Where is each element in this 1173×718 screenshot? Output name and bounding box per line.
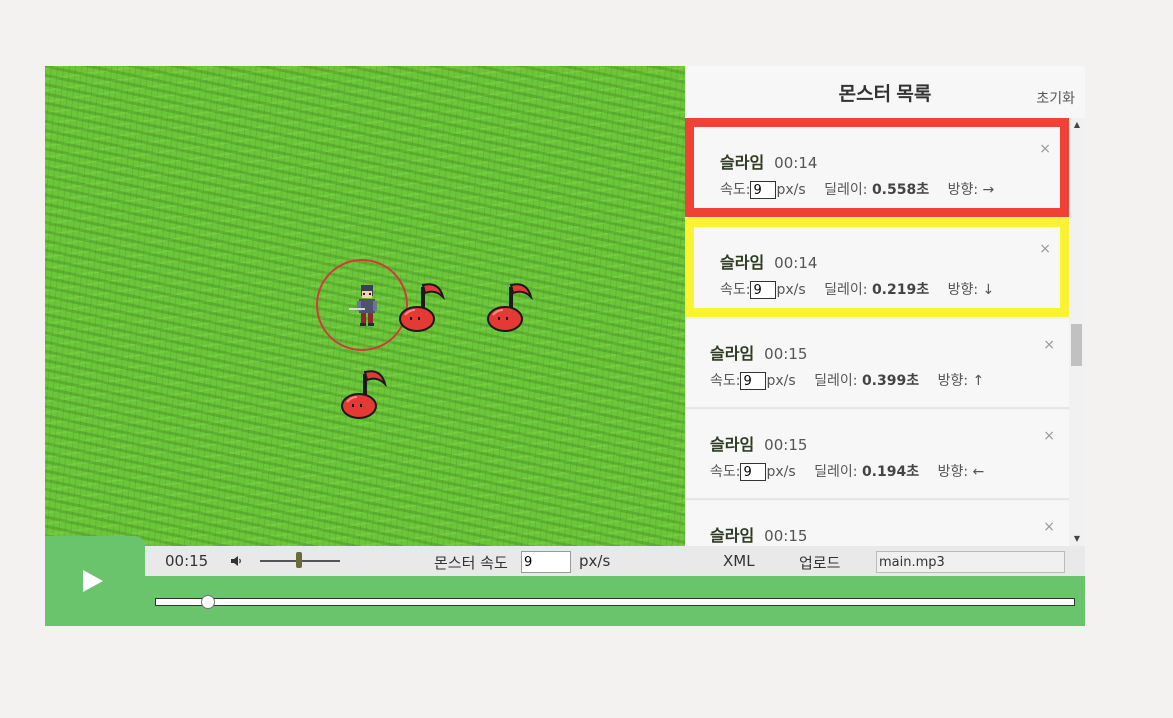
slime-monster [487,283,533,332]
slime-monster [341,370,387,419]
speed-unit: px/s [766,464,796,480]
scroll-thumb[interactable] [1071,324,1082,366]
hero-character [349,285,377,326]
monster-name: 슬라임 [710,526,755,545]
play-icon[interactable] [83,570,103,592]
panel-header: 몬스터 목록 초기화 [685,66,1085,118]
close-icon[interactable]: × [1039,241,1051,257]
monster-card[interactable]: 슬라임 00:15 속도: px/s 딜레이: 0.399초 방향: ↑ × [685,319,1069,409]
volume-knob[interactable] [296,552,302,568]
speed-label: 속도: [710,373,741,389]
monster-speed-input[interactable] [740,372,767,390]
monster-card-selected[interactable]: 슬라임 00:14 속도: px/s 딜레이: 0.558초 방향: → × [685,118,1069,217]
delay-value: 0.558초 [871,182,930,198]
scroll-down-icon[interactable]: ▼ [1069,532,1085,546]
monster-card[interactable]: 슬라임 00:15 × [685,501,1069,546]
seek-bar[interactable] [155,598,1075,606]
direction-label: 방향: [947,182,979,198]
monster-time: 00:15 [764,527,808,545]
monster-name: 슬라임 [720,153,765,172]
monster-name: 슬라임 [710,435,755,454]
speed-unit: px/s [766,373,796,389]
speed-unit: px/s [776,182,806,198]
close-icon[interactable]: × [1043,337,1055,353]
delay-label: 딜레이: [824,182,868,198]
control-bar: 00:15 몬스터 속도 px/s XML 업로드 [145,546,1085,576]
speed-unit: px/s [776,282,806,298]
global-speed-input[interactable] [521,551,571,573]
monster-list[interactable]: 슬라임 00:14 속도: px/s 딜레이: 0.558초 방향: → × 슬라임… [685,118,1069,546]
monster-time: 00:15 [764,436,808,454]
direction-arrow-icon: ↑ [972,373,985,389]
monster-time: 00:14 [774,254,818,272]
close-icon[interactable]: × [1043,428,1055,444]
monster-speed-input[interactable] [750,281,777,299]
delay-label: 딜레이: [824,282,868,298]
upload-button[interactable]: 업로드 [799,552,840,573]
monster-speed-input[interactable] [750,181,777,199]
monster-speed-input[interactable] [740,463,767,481]
monster-card-highlighted[interactable]: 슬라임 00:14 속도: px/s 딜레이: 0.219초 방향: ↓ × [685,218,1069,317]
delay-label: 딜레이: [814,464,858,480]
music-file-input[interactable] [876,551,1065,573]
delay-value: 0.194초 [861,464,920,480]
speed-unit: px/s [579,552,611,570]
seek-area [145,576,1085,626]
monster-speed-label: 몬스터 속도 [434,554,508,572]
panel-title: 몬스터 목록 [838,84,932,105]
monster-name: 슬라임 [720,253,765,272]
current-time: 00:15 [165,552,209,570]
reset-button[interactable]: 초기화 [1036,88,1075,108]
delay-value: 0.219초 [871,282,930,298]
monster-name: 슬라임 [710,344,755,363]
seek-knob[interactable] [201,595,216,609]
speaker-icon[interactable] [229,554,243,568]
direction-arrow-icon: ← [972,464,985,480]
monster-card[interactable]: 슬라임 00:15 속도: px/s 딜레이: 0.194초 방향: ← × [685,410,1069,500]
direction-arrow-icon: → [982,182,995,198]
monster-time: 00:14 [774,154,818,172]
speed-label: 속도: [720,182,751,198]
play-area [45,536,145,626]
delay-value: 0.399초 [861,373,920,389]
game-field[interactable] [45,66,685,546]
speed-label: 속도: [720,282,751,298]
speed-label: 속도: [710,464,741,480]
direction-label: 방향: [947,282,979,298]
xml-button[interactable]: XML [723,552,755,570]
monster-list-panel: 몬스터 목록 초기화 슬라임 00:14 속도: px/s 딜레이: 0.558초 … [685,66,1085,546]
direction-label: 방향: [937,464,969,480]
list-scrollbar[interactable]: ▲ ▼ [1069,118,1085,546]
scroll-up-icon[interactable]: ▲ [1069,118,1085,132]
close-icon[interactable]: × [1039,141,1051,157]
direction-arrow-icon: ↓ [982,282,995,298]
monster-time: 00:15 [764,345,808,363]
delay-label: 딜레이: [814,373,858,389]
close-icon[interactable]: × [1043,519,1055,535]
game-editor: 몬스터 목록 초기화 슬라임 00:14 속도: px/s 딜레이: 0.558초 … [45,66,1085,626]
direction-label: 방향: [937,373,969,389]
slime-monster [399,283,445,332]
